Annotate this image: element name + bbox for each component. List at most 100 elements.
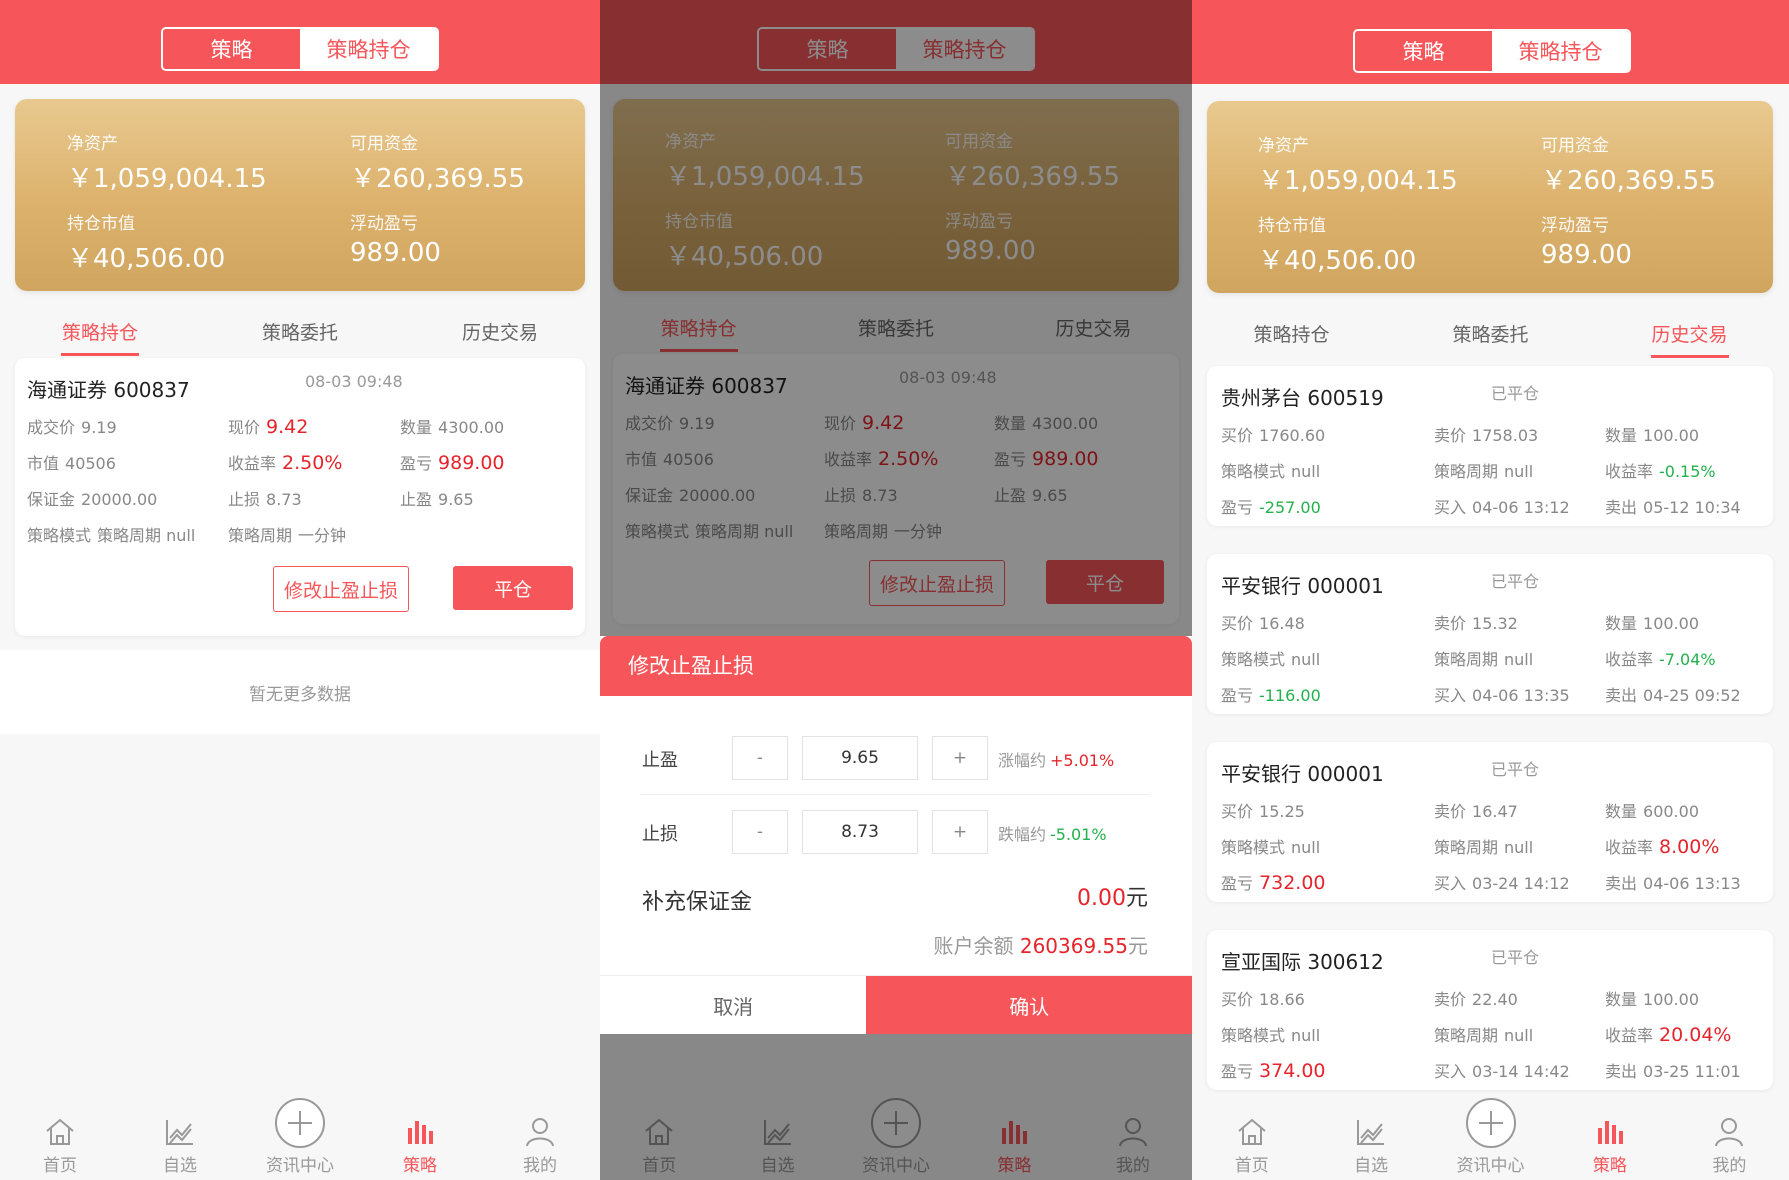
divider xyxy=(640,794,1150,795)
stop-loss-input[interactable]: 8.73 xyxy=(802,810,918,854)
field-sell-time: 卖出 05-12 10:34 xyxy=(1605,498,1741,517)
history-card[interactable]: 贵州茅台 600519 已平仓 买价 1760.60 卖价 1758.03 数量 100.00… xyxy=(1207,366,1773,526)
floating-pl-label: 浮动盈亏 xyxy=(1541,216,1609,236)
nav-item-chart[interactable]: 自选 xyxy=(120,1094,240,1180)
field-sell-price: 卖价 16.47 xyxy=(1434,802,1518,821)
status-badge: 已平仓 xyxy=(1491,572,1540,591)
close-position-button[interactable]: 平仓 xyxy=(453,566,573,610)
take-profit-input[interactable]: 9.65 xyxy=(802,736,918,780)
confirm-button[interactable]: 确认 xyxy=(866,976,1192,1034)
stock-name: 平安银行 000001 xyxy=(1221,574,1384,598)
segment-control: 策略 策略持仓 xyxy=(161,27,439,71)
tab-holdings[interactable]: 策略持仓 xyxy=(1192,308,1391,358)
take-profit-minus-button[interactable]: - xyxy=(732,736,788,780)
field-qty: 数量 100.00 xyxy=(1605,614,1699,633)
position-card: 海通证券 600837 08-03 09:48 成交价 9.19 现价 9.42 数… xyxy=(15,358,585,636)
account-card: 净资产 ￥1,059,004.15 可用资金 ￥260,369.55 持仓市值 … xyxy=(1207,101,1773,293)
field-buy-time: 买入 04-06 13:12 xyxy=(1434,498,1570,517)
field-buy-time: 买入 03-14 14:42 xyxy=(1434,1062,1570,1081)
stop-loss-range: 跌幅约 -5.01% xyxy=(998,825,1107,844)
nav-item-user[interactable]: 我的 xyxy=(1670,1094,1789,1180)
floating-pl-value: 989.00 xyxy=(1541,240,1632,270)
stop-loss-label: 止损 xyxy=(642,824,678,845)
field-margin: 保证金 20000.00 xyxy=(27,490,158,509)
field-return-rate: 收益率 2.50% xyxy=(228,452,343,474)
bottom-nav: 首页 自选 资讯中心 策略 我的 xyxy=(1192,1094,1789,1180)
nav-item-strategy-bars[interactable]: 策略 xyxy=(1550,1094,1669,1180)
status-badge: 已平仓 xyxy=(1491,384,1540,403)
floating-pl-value: 989.00 xyxy=(350,238,441,268)
dialog-footer: 取消 确认 xyxy=(600,975,1192,1034)
nav-item-home[interactable]: 首页 xyxy=(1192,1094,1311,1180)
nav-item-plus-circle[interactable]: 资讯中心 xyxy=(1431,1094,1550,1180)
nav-item-home[interactable]: 首页 xyxy=(0,1094,120,1180)
nav-label: 首页 xyxy=(43,1156,77,1176)
field-mode: 策略模式 null xyxy=(1221,1026,1321,1045)
nav-label: 自选 xyxy=(1354,1156,1389,1176)
stop-loss-minus-button[interactable]: - xyxy=(732,810,788,854)
bottom-nav: 首页 自选 资讯中心 策略 我的 xyxy=(0,1094,600,1180)
dialog-title: 修改止盈止损 xyxy=(600,636,1192,696)
field-buy-price: 买价 15.25 xyxy=(1221,802,1305,821)
open-time: 08-03 09:48 xyxy=(305,372,403,391)
field-pl: 盈亏 -257.00 xyxy=(1221,498,1321,517)
field-buy-price: 买价 18.66 xyxy=(1221,990,1305,1009)
field-market-value: 市值 40506 xyxy=(27,454,116,473)
cancel-button[interactable]: 取消 xyxy=(600,976,866,1034)
add-margin-amount[interactable]: 0.00元 xyxy=(1077,880,1148,912)
stop-loss-plus-button[interactable]: + xyxy=(932,810,988,854)
history-card[interactable]: 宣亚国际 300612 已平仓 买价 18.66 卖价 22.40 数量 100.00 策略模式… xyxy=(1207,930,1773,1090)
history-card[interactable]: 平安银行 000001 已平仓 买价 15.25 卖价 16.47 数量 600.00 策略模式… xyxy=(1207,742,1773,902)
field-strategy-mode: 策略模式 策略周期 null xyxy=(27,526,196,545)
top-bar: 策略 策略持仓 xyxy=(1192,0,1789,84)
field-qty: 数量 600.00 xyxy=(1605,802,1699,821)
tab-history[interactable]: 历史交易 xyxy=(1590,308,1789,358)
nav-label: 我的 xyxy=(1712,1156,1747,1176)
field-qty: 数量 100.00 xyxy=(1605,990,1699,1009)
nav-item-plus-circle[interactable]: 资讯中心 xyxy=(240,1094,360,1180)
segment-holdings[interactable]: 策略持仓 xyxy=(300,29,437,69)
history-card[interactable]: 平安银行 000001 已平仓 买价 16.48 卖价 15.32 数量 100.00 策略模式… xyxy=(1207,554,1773,714)
top-bar: 策略 策略持仓 xyxy=(0,0,600,84)
market-value-value: ￥40,506.00 xyxy=(67,244,226,274)
take-profit-range: 涨幅约 +5.01% xyxy=(998,751,1115,770)
segment-strategy[interactable]: 策略 xyxy=(1355,31,1492,71)
status-badge: 已平仓 xyxy=(1491,948,1540,967)
field-buy-time: 买入 04-06 13:35 xyxy=(1434,686,1570,705)
floating-pl-label: 浮动盈亏 xyxy=(350,214,418,234)
modify-tp-sl-button[interactable]: 修改止盈止损 xyxy=(273,566,409,612)
nav-item-chart[interactable]: 自选 xyxy=(1311,1094,1430,1180)
available-funds-label: 可用资金 xyxy=(350,134,418,154)
nav-item-strategy-bars[interactable]: 策略 xyxy=(360,1094,480,1180)
nav-label: 资讯中心 xyxy=(1456,1156,1525,1176)
panel-history: 策略 策略持仓 净资产 ￥1,059,004.15 可用资金 ￥260,369.… xyxy=(1192,0,1789,1180)
add-margin-label: 补充保证金 xyxy=(642,890,753,915)
tab-holdings[interactable]: 策略持仓 xyxy=(0,306,200,356)
field-rate: 收益率 -7.04% xyxy=(1605,650,1716,669)
field-qty: 数量 100.00 xyxy=(1605,426,1699,445)
field-buy-price: 买价 1760.60 xyxy=(1221,426,1326,445)
segment-holdings[interactable]: 策略持仓 xyxy=(1492,31,1629,71)
market-value-label: 持仓市值 xyxy=(1258,216,1326,236)
field-mode: 策略模式 null xyxy=(1221,650,1321,669)
field-strategy-period: 策略周期 一分钟 xyxy=(228,526,347,545)
net-assets-label: 净资产 xyxy=(67,134,118,154)
field-rate: 收益率 20.04% xyxy=(1605,1024,1732,1046)
nav-item-user[interactable]: 我的 xyxy=(480,1094,600,1180)
take-profit-label: 止盈 xyxy=(642,750,678,771)
take-profit-plus-button[interactable]: + xyxy=(932,736,988,780)
field-sell-price: 卖价 1758.03 xyxy=(1434,426,1539,445)
tab-history[interactable]: 历史交易 xyxy=(400,306,600,356)
field-rate: 收益率 8.00% xyxy=(1605,836,1720,858)
segment-strategy[interactable]: 策略 xyxy=(163,29,300,69)
account-balance: 账户余额 260369.55元 xyxy=(933,934,1148,958)
field-sell-time: 卖出 04-06 13:13 xyxy=(1605,874,1741,893)
status-badge: 已平仓 xyxy=(1491,760,1540,779)
tab-orders[interactable]: 策略委托 xyxy=(1391,308,1590,358)
panel-modify-dialog: 策略 策略持仓 净资产 ￥1,059,004.15 可用资金 ￥260,369.… xyxy=(600,0,1192,1180)
field-pl: 盈亏 732.00 xyxy=(1221,872,1326,894)
field-period: 策略周期 null xyxy=(1434,650,1534,669)
tab-orders[interactable]: 策略委托 xyxy=(200,306,400,356)
nav-label: 资讯中心 xyxy=(266,1156,334,1176)
net-assets-value: ￥1,059,004.15 xyxy=(1258,166,1458,196)
